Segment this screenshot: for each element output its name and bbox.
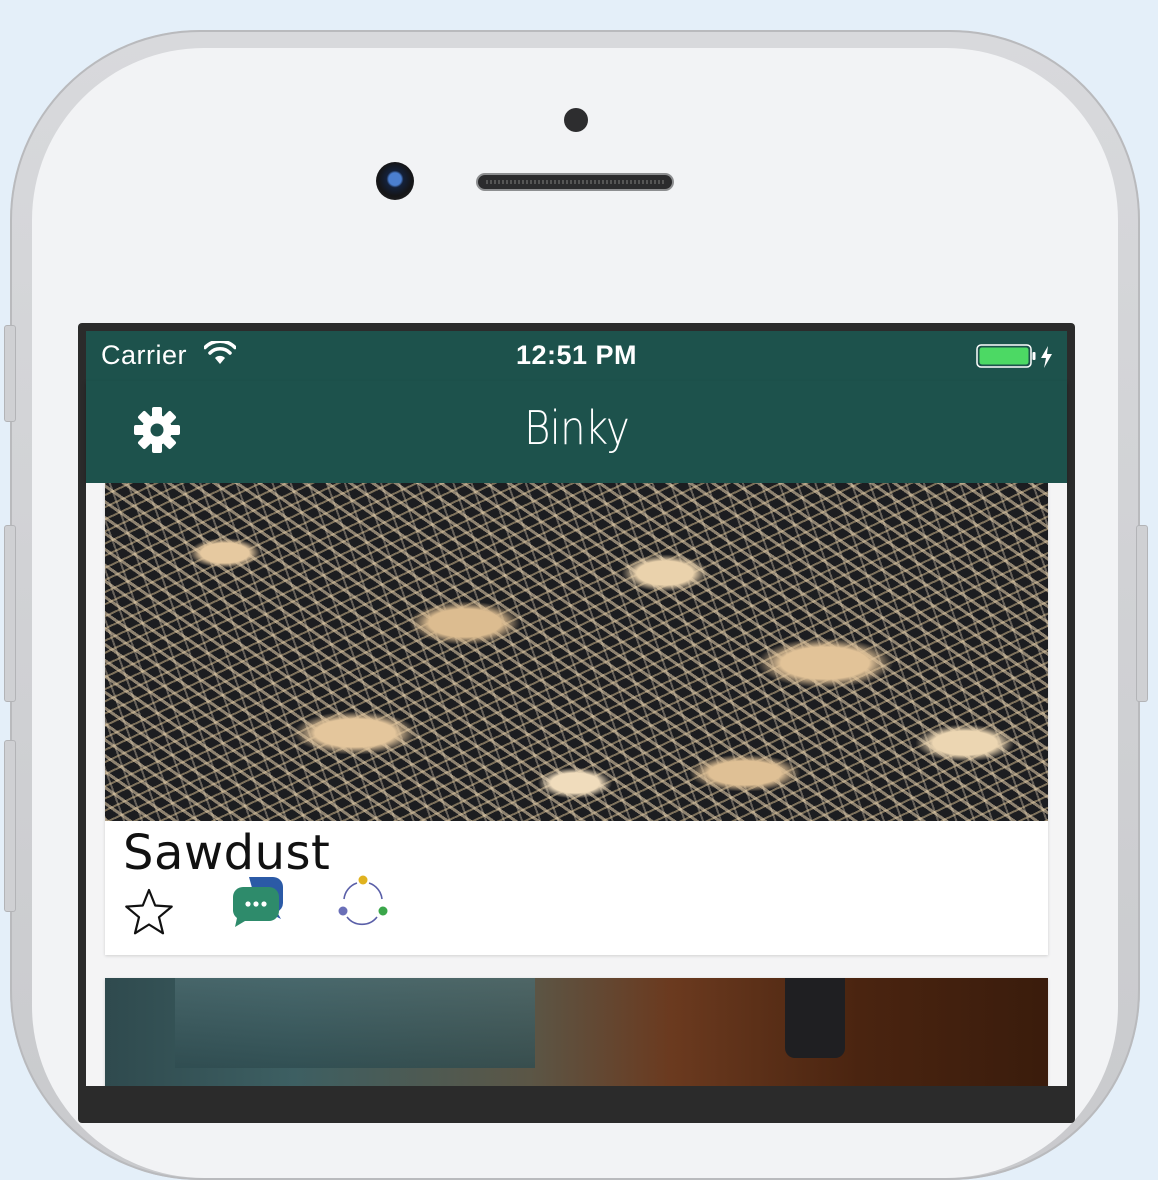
front-camera (376, 162, 414, 200)
card-title: Sawdust (123, 825, 331, 881)
sawdust-photo[interactable] (105, 483, 1048, 821)
status-bar: Carrier 12:51 PM (86, 331, 1067, 381)
mute-switch (4, 325, 16, 422)
volume-down-button (4, 740, 16, 912)
clock: 12:51 PM (515, 340, 638, 370)
share-circle-icon[interactable] (335, 873, 391, 934)
chat-bubbles-icon[interactable] (229, 873, 285, 934)
proximity-sensor (564, 108, 588, 132)
power-button (1136, 525, 1148, 702)
nav-title: Binky (524, 401, 630, 455)
food-photo[interactable] (105, 978, 1048, 1086)
feed-card[interactable]: Sawdust (105, 483, 1048, 955)
star-icon[interactable] (123, 887, 175, 944)
earpiece-speaker (476, 173, 674, 191)
volume-up-button (4, 525, 16, 702)
feed-list[interactable]: Sawdust (86, 483, 1067, 1086)
battery-icon (976, 344, 1056, 375)
feed-card[interactable] (105, 978, 1048, 1086)
navigation-bar: Binky (86, 381, 1067, 483)
